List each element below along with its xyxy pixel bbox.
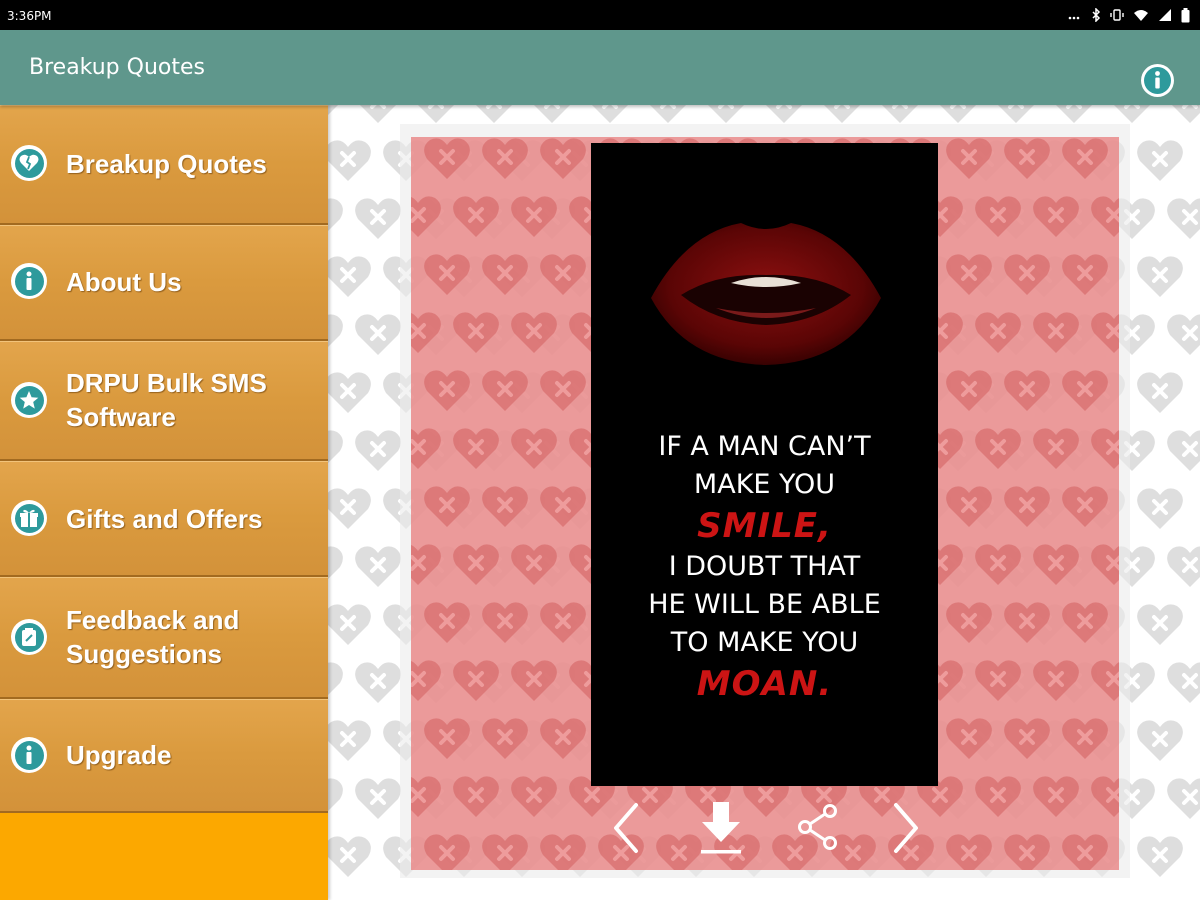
drawer-item-label-line: DRPU Bulk SMS	[66, 368, 267, 398]
drawer-item-label: DRPU Bulk SMS Software	[66, 366, 267, 434]
quote-text: IF A MAN CAN’T MAKE YOU SMILE, I DOUBT T…	[591, 428, 938, 706]
drawer-item-label: Feedback and Suggestions	[66, 603, 239, 671]
drawer-item-drpu-bulk-sms[interactable]: DRPU Bulk SMS Software	[0, 341, 328, 461]
status-bar: 3:36PM	[0, 0, 1200, 30]
previous-button[interactable]	[606, 800, 646, 856]
drawer-item-label: Breakup Quotes	[66, 149, 267, 179]
download-button[interactable]	[697, 797, 745, 857]
drawer-item-gifts-and-offers[interactable]: Gifts and Offers	[0, 461, 328, 577]
info-icon	[11, 737, 47, 773]
info-icon	[1144, 67, 1171, 94]
drawer-item-label-line: Software	[66, 402, 176, 432]
drawer-item-label: Gifts and Offers	[66, 504, 263, 534]
dots-icon	[1068, 16, 1080, 20]
drawer-item-upgrade[interactable]: Upgrade	[0, 699, 328, 813]
navigation-drawer: Breakup Quotes About Us DRPU Bulk SMS So…	[0, 105, 328, 900]
app-title: Breakup Quotes	[29, 55, 205, 80]
chevron-right-icon	[894, 803, 918, 853]
download-icon	[701, 802, 741, 854]
wifi-icon	[1134, 10, 1148, 21]
quote-highlight: MOAN.	[696, 664, 833, 704]
drawer-item-breakup-quotes[interactable]: Breakup Quotes	[0, 105, 328, 225]
share-icon	[798, 804, 837, 850]
drawer-item-label: Upgrade	[66, 740, 172, 770]
next-button[interactable]	[886, 800, 926, 856]
feedback-icon	[11, 619, 47, 655]
vibrate-icon	[1110, 9, 1124, 21]
status-icons	[1068, 6, 1190, 24]
info-icon	[11, 263, 47, 299]
bluetooth-icon	[1092, 8, 1101, 22]
chevron-left-icon	[614, 803, 638, 853]
broken-heart-icon	[11, 145, 47, 181]
app-bar: Breakup Quotes	[0, 30, 1200, 105]
gift-icon	[11, 500, 47, 536]
drawer-item-about-us[interactable]: About Us	[0, 225, 328, 341]
battery-icon	[1181, 7, 1190, 22]
share-button[interactable]	[795, 802, 841, 852]
drawer-item-label: About Us	[66, 267, 182, 297]
quote-line: HE WILL BE ABLE	[648, 589, 881, 620]
quote-line: I DOUBT THAT	[668, 551, 861, 582]
quote-line: TO MAKE YOU	[670, 627, 859, 658]
quote-highlight: SMILE,	[697, 506, 832, 546]
quote-line: MAKE YOU	[693, 469, 836, 500]
signal-icon	[1159, 9, 1171, 21]
info-button[interactable]	[1141, 64, 1174, 97]
drawer-item-label-line: Feedback and	[66, 605, 240, 635]
drawer-item-feedback[interactable]: Feedback and Suggestions	[0, 577, 328, 699]
status-time: 3:36PM	[7, 9, 52, 23]
star-icon	[11, 382, 47, 418]
drawer-item-label-line: Suggestions	[66, 639, 223, 669]
quote-image: IF A MAN CAN’T MAKE YOU SMILE, I DOUBT T…	[591, 143, 938, 786]
lips-image	[651, 223, 881, 365]
quote-line: IF A MAN CAN’T	[658, 431, 871, 462]
